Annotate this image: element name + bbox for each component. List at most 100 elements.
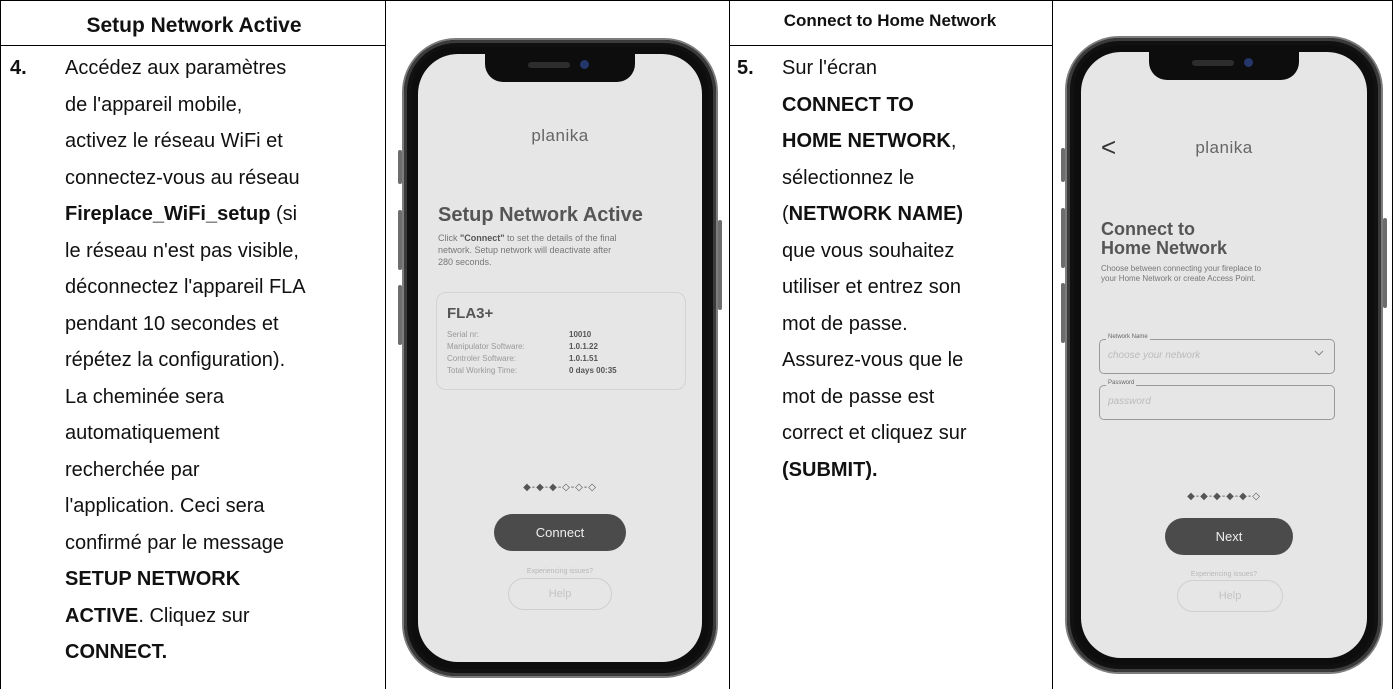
line: SETUP NETWORK [65, 568, 241, 590]
phone-notch [485, 54, 635, 82]
speaker [528, 62, 570, 68]
line: HOME NETWORK, [782, 123, 1042, 160]
header-setup-network-active: Setup Network Active [86, 14, 302, 37]
step-text: Accédez aux paramètres de l'appareil mob… [65, 50, 385, 671]
camera-icon [1244, 58, 1253, 67]
line: utiliser et entrez son [782, 276, 961, 298]
table-divider-1 [385, 0, 386, 689]
line: CONNECT. [65, 641, 168, 663]
info-label: Total Working Time: [447, 366, 518, 375]
network-name-dropdown[interactable]: Network Name choose your network [1099, 334, 1335, 374]
line: connectez-vous au réseau [65, 166, 300, 189]
phone-screen: < planika Connect to Home Network Choose… [1081, 52, 1367, 658]
line: mot de passe. [782, 312, 908, 335]
progress-dots: ◆-◆-◆-◆-◆-◇ [1187, 491, 1261, 502]
next-button[interactable]: Next [1165, 518, 1293, 555]
line: CONNECT TO [782, 93, 914, 116]
line-fragment: ( [782, 203, 789, 225]
phone-mockup-home-network: < planika Connect to Home Network Choose… [1061, 38, 1387, 672]
header-connect-home-network: Connect to Home Network [783, 11, 997, 30]
connect-button[interactable]: Connect [494, 514, 626, 551]
issues-link[interactable]: Experiencing issues? [418, 568, 702, 575]
line: (NETWORK NAME) [782, 196, 1042, 233]
line: de l'appareil mobile, [65, 93, 243, 116]
line: activez le réseau WiFi et [65, 130, 283, 152]
side-button [1061, 283, 1065, 343]
line: Sur l'écran [782, 57, 877, 79]
title-line: Home Network [1101, 238, 1228, 258]
field-label: Network Name [1106, 334, 1150, 340]
device-info-card: FLA3+ Serial nr: 10010 Manipulator Softw… [436, 292, 686, 390]
line-fragment: , [950, 130, 957, 152]
side-button [398, 150, 402, 184]
line: sélectionnez le [782, 166, 915, 189]
title-line: Connect to [1101, 219, 1195, 239]
line: (SUBMIT). [782, 458, 878, 481]
info-value: 1.0.1.51 [569, 354, 598, 363]
speaker [1192, 60, 1234, 66]
line: Accédez aux paramètres [65, 57, 287, 79]
chevron-down-icon [1314, 350, 1324, 356]
line: ACTIVE. Cliquez sur [65, 598, 385, 635]
help-button[interactable]: Help [1177, 580, 1283, 612]
desc-text: to set the details of the final [504, 233, 617, 243]
screen-description: Click "Connect" to set the details of th… [438, 232, 688, 268]
screen-title: Connect to Home Network [1101, 220, 1227, 258]
field-placeholder: choose your network [1108, 350, 1201, 361]
phone-screen: planika Setup Network Active Click "Conn… [418, 54, 702, 662]
line: Fireplace_WiFi_setup (si [65, 196, 385, 233]
desc-line: your Home Network or create Access Point… [1101, 274, 1256, 283]
info-label: Manipulator Software: [447, 342, 525, 351]
line-fragment: NETWORK NAME) [788, 203, 964, 225]
step-number: 5. [737, 57, 754, 79]
desc-text: network. Setup network will deactivate a… [438, 245, 612, 255]
line-fragment: . Cliquez sur [138, 604, 250, 627]
phone-mockup-setup: planika Setup Network Active Click "Conn… [398, 40, 722, 676]
side-button [398, 285, 402, 345]
desc-bold: "Connect" [460, 233, 505, 243]
device-name: FLA3+ [447, 305, 494, 322]
line-fragment: ACTIVE [65, 604, 139, 627]
info-label: Serial nr: [447, 330, 480, 339]
line-fragment: HOME NETWORK [782, 130, 951, 152]
camera-icon [580, 60, 589, 69]
step-number: 4. [10, 57, 27, 79]
side-button [398, 210, 402, 270]
screen-title: Setup Network Active [438, 204, 643, 226]
table-divider-2 [729, 0, 730, 689]
side-button [1383, 218, 1387, 308]
field-placeholder: password [1108, 396, 1151, 407]
line: recherchée par [65, 458, 200, 481]
help-button[interactable]: Help [508, 578, 612, 610]
line: l'application. Ceci sera [65, 495, 265, 517]
issues-link[interactable]: Experiencing issues? [1081, 571, 1367, 578]
side-button [1061, 148, 1065, 182]
line: le réseau n'est pas visible, [65, 239, 299, 262]
field-label: Password [1106, 380, 1137, 386]
table-divider-3 [1052, 0, 1053, 689]
info-value: 1.0.1.22 [569, 342, 598, 351]
side-button [1061, 208, 1065, 268]
info-value: 0 days 00:35 [569, 366, 617, 375]
password-field[interactable]: Password password [1099, 380, 1335, 420]
line: automatiquement [65, 422, 220, 444]
line: que vous souhaitez [782, 239, 955, 262]
planika-logo: planika [1195, 138, 1253, 157]
header-underline-right [729, 45, 1053, 46]
step-text: Sur l'écran CONNECT TO HOME NETWORK, sél… [782, 50, 1042, 488]
desc-text: Click [438, 233, 460, 243]
network-ssid: Fireplace_WiFi_setup [65, 203, 271, 225]
line: pendant 10 secondes et [65, 312, 279, 335]
info-value: 10010 [569, 330, 592, 339]
line: La cheminée sera [65, 385, 224, 408]
line: répétez la configuration). [65, 349, 286, 371]
side-button [718, 220, 722, 310]
screen-description: Choose between connecting your fireplace… [1101, 264, 1361, 284]
desc-text: 280 seconds. [438, 257, 492, 267]
line-fragment: (si [270, 203, 298, 225]
table-border-left [0, 0, 1, 689]
line: correct et cliquez sur [782, 422, 967, 444]
header-underline-left [0, 45, 386, 46]
phone-notch [1149, 52, 1299, 80]
line: confirmé par le message [65, 531, 284, 554]
